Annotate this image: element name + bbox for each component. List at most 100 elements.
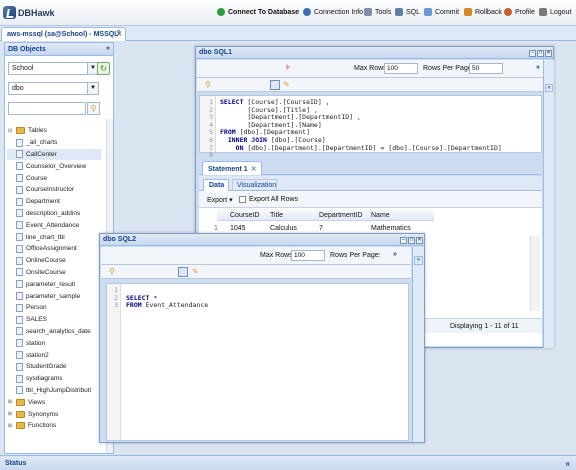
maximize-icon[interactable]: □ bbox=[408, 237, 415, 244]
export-menu-button[interactable]: Export ▾ bbox=[207, 196, 233, 204]
search-icon[interactable]: ⚲ bbox=[109, 267, 115, 276]
table-icon bbox=[16, 315, 23, 324]
tree-item-table[interactable]: sysdiagrams bbox=[7, 373, 101, 385]
commit-icon bbox=[424, 8, 432, 16]
column-header[interactable]: Title bbox=[270, 212, 283, 219]
tree-folder-functions[interactable]: ⊞ Functions bbox=[7, 420, 101, 432]
status-bar: Status « bbox=[0, 455, 576, 470]
close-tab-icon[interactable]: ✕ bbox=[251, 166, 257, 173]
menu-profile[interactable]: Profile bbox=[504, 8, 535, 16]
expand-icon[interactable]: ⊞ bbox=[7, 399, 13, 405]
menu-commit[interactable]: Commit bbox=[424, 8, 459, 16]
tree-item-table[interactable]: Course bbox=[7, 172, 101, 184]
tree-folder-synonyms[interactable]: ⊞ Synonyms bbox=[7, 408, 101, 420]
tab-connection[interactable]: aws-mssql (sa@School) - MSSQL ✕ bbox=[1, 27, 126, 41]
tree-item-table[interactable]: OnsiteCourse bbox=[7, 267, 101, 279]
tree-item-table[interactable]: station bbox=[7, 337, 101, 349]
table-row[interactable]: 1 1045 Calculus 7 Mathematics bbox=[214, 223, 434, 233]
refresh-icon[interactable]: ↻ bbox=[97, 62, 110, 75]
table-icon bbox=[16, 221, 23, 230]
collapse-icon[interactable]: ⊟ bbox=[7, 128, 13, 134]
run-icon[interactable] bbox=[178, 267, 188, 277]
tree-item-table[interactable]: Person bbox=[7, 302, 101, 314]
rows-per-page-input[interactable]: 50 bbox=[469, 63, 503, 74]
sql2-toolbar: Max Rows: 100 Rows Per Page: » bbox=[101, 247, 411, 265]
collapse-right-icon[interactable]: « bbox=[414, 256, 423, 265]
schema-select[interactable]: dbo bbox=[8, 82, 88, 95]
expand-toolbar-icon[interactable]: » bbox=[393, 251, 397, 258]
minimize-icon[interactable]: – bbox=[529, 50, 536, 57]
table-icon bbox=[16, 280, 23, 289]
tree-item-table[interactable]: line_chart_tbl bbox=[7, 231, 101, 243]
menu-sql[interactable]: SQL bbox=[395, 8, 420, 16]
tree-item-table[interactable]: OfficeAssignment bbox=[7, 243, 101, 255]
tree-item-table[interactable]: StudentGrade bbox=[7, 361, 101, 373]
menu-connection-info[interactable]: Connection Info bbox=[303, 8, 363, 16]
column-header[interactable]: CourseID bbox=[230, 212, 260, 219]
max-rows-input[interactable]: 100 bbox=[291, 250, 325, 261]
results-grid-header: CourseID Title DepartmentID Name bbox=[217, 209, 434, 221]
format-icon[interactable]: ⊧ bbox=[286, 63, 290, 72]
edit-icon[interactable]: ✎ bbox=[192, 267, 199, 276]
line-number-gutter: 1 2 3 4 5 6 7 8 bbox=[200, 96, 216, 159]
tree-folder-tables[interactable]: ⊟ Tables bbox=[7, 125, 101, 137]
app-logo: DBHawk bbox=[3, 6, 55, 19]
run-icon[interactable] bbox=[270, 80, 280, 90]
column-header[interactable]: Name bbox=[371, 212, 390, 219]
table-list: _all_charts CallCenter Counselor_Overview C… bbox=[7, 137, 101, 397]
sql2-title-bar[interactable]: dbo SQL2 bbox=[100, 234, 424, 246]
sql1-editor[interactable]: 1 2 3 4 5 6 7 8 SELECT [Course].[CourseI… bbox=[199, 95, 542, 159]
folder-icon bbox=[16, 410, 25, 418]
max-rows-input[interactable]: 100 bbox=[384, 63, 418, 74]
tree-folder-views[interactable]: ⊞ Views bbox=[7, 396, 101, 408]
tab-visualization[interactable]: Visualization bbox=[232, 179, 277, 191]
tree-item-table[interactable]: Counselor_Overview bbox=[7, 160, 101, 172]
tab-data[interactable]: Data bbox=[203, 179, 229, 191]
expand-icon[interactable]: ⊞ bbox=[7, 411, 13, 417]
chevron-down-icon[interactable]: ▼ bbox=[87, 82, 99, 95]
export-all-checkbox[interactable] bbox=[239, 196, 246, 203]
column-header[interactable]: DepartmentID bbox=[319, 212, 363, 219]
table-icon bbox=[16, 327, 23, 336]
menu-tools[interactable]: Tools bbox=[364, 8, 391, 16]
collapse-all-icon[interactable]: « bbox=[117, 28, 121, 35]
menu-connect-to-database[interactable]: Connect To Database bbox=[217, 8, 299, 16]
search-icon[interactable]: ⚲ bbox=[205, 80, 211, 89]
tree-item-table[interactable]: Department bbox=[7, 196, 101, 208]
maximize-icon[interactable]: □ bbox=[537, 50, 544, 57]
minimize-icon[interactable]: – bbox=[400, 237, 407, 244]
table-icon bbox=[16, 185, 23, 194]
collapse-status-icon[interactable]: « bbox=[566, 459, 570, 468]
tree-item-table[interactable]: station2 bbox=[7, 349, 101, 361]
tree-item-table[interactable]: _all_charts bbox=[7, 137, 101, 149]
collapse-panel-icon[interactable]: « bbox=[106, 45, 110, 52]
tree-item-table[interactable]: OnlineCourse bbox=[7, 255, 101, 267]
tree-item-table[interactable]: parameter_sample bbox=[7, 290, 101, 302]
sql2-editor[interactable]: 1 2 3 SELECT * FROM Event_Attendance bbox=[106, 283, 409, 441]
collapse-right-icon[interactable]: « bbox=[545, 84, 553, 92]
tab-statement-1[interactable]: Statement 1 ✕ bbox=[202, 161, 262, 175]
tree-item-table[interactable]: Event_Attendance bbox=[7, 219, 101, 231]
close-icon[interactable]: ✕ bbox=[545, 50, 552, 57]
close-icon[interactable]: ✕ bbox=[416, 237, 423, 244]
statement-tab-strip: Statement 1 ✕ bbox=[199, 159, 542, 175]
sql1-title-bar[interactable]: dbo SQL1 bbox=[196, 47, 553, 59]
tree-item-table[interactable]: CallCenter bbox=[7, 148, 101, 161]
tree-item-table[interactable]: description_addins bbox=[7, 208, 101, 220]
tree-item-table[interactable]: parameter_result bbox=[7, 278, 101, 290]
database-select[interactable]: School bbox=[8, 62, 88, 75]
search-icon[interactable]: ⚲ bbox=[87, 102, 100, 115]
edit-icon[interactable]: ✎ bbox=[283, 80, 290, 89]
expand-icon[interactable]: ⊞ bbox=[7, 423, 13, 429]
top-toolbar: DBHawk Connect To Database Connection In… bbox=[0, 0, 576, 26]
tree-item-table[interactable]: tbl_HighJumpDistributi bbox=[7, 385, 101, 397]
tree-item-table[interactable]: CourseInstructor bbox=[7, 184, 101, 196]
results-scrollbar[interactable] bbox=[530, 236, 540, 311]
object-search-input[interactable] bbox=[8, 102, 86, 115]
tree-item-table[interactable]: SALES bbox=[7, 314, 101, 326]
menu-logout[interactable]: Logout bbox=[539, 8, 571, 16]
table-icon bbox=[16, 386, 23, 395]
tree-item-table[interactable]: search_analytics_date bbox=[7, 326, 101, 338]
expand-toolbar-icon[interactable]: » bbox=[536, 64, 540, 71]
menu-rollback[interactable]: Rollback bbox=[464, 8, 502, 16]
